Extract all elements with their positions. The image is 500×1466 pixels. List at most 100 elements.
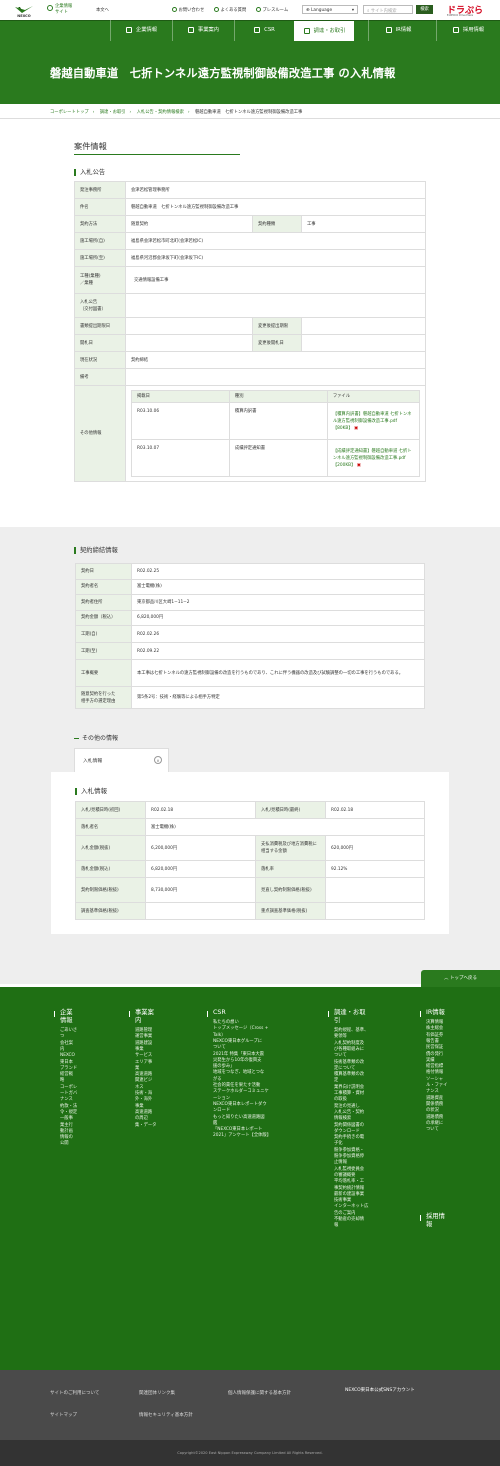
value: 620,000円 bbox=[325, 835, 425, 861]
files-cell: 掲載日 種別 ファイル R03.10.06 積算内訳書 【積算内訳書】磐越自動車道 七折… bbox=[124, 385, 427, 482]
label: 工種(業種) ／業種 bbox=[74, 266, 126, 294]
label: 契約日 bbox=[75, 563, 132, 580]
contact-link[interactable]: お問い合わせ bbox=[172, 7, 204, 13]
drapla-banner[interactable]: ドラぷら E-NEXCO Drive Plaza bbox=[443, 3, 493, 18]
footer-column-heading[interactable]: IR情報 bbox=[420, 1009, 456, 1017]
value: R02.02.18 bbox=[325, 801, 425, 819]
press-icon bbox=[256, 7, 261, 12]
label: 調査基準価格(税抜) bbox=[75, 902, 146, 920]
footer-link[interactable]: 集・データ bbox=[135, 1123, 156, 1129]
nav-procurement[interactable]: 調達・お取引 bbox=[294, 21, 354, 41]
label: 工期(自) bbox=[75, 625, 132, 643]
crumb-search[interactable]: 入札公告・契約情報検索 bbox=[137, 110, 184, 115]
label: 契約者名 bbox=[75, 578, 132, 595]
crumb-procurement[interactable]: 調達・お取引 bbox=[100, 110, 126, 115]
nav-ir[interactable]: IR情報 bbox=[368, 20, 428, 41]
footer-link[interactable]: サイトのご利用について bbox=[50, 1390, 99, 1396]
file-date: R03.10.07 bbox=[131, 439, 230, 477]
footer-column-heading[interactable]: 企業 情報 bbox=[54, 1009, 90, 1025]
tab-bid-info[interactable]: 入札情報 ∨ bbox=[74, 748, 169, 772]
label: 発注事務所 bbox=[74, 181, 126, 199]
logo-text: NEXCO bbox=[17, 14, 31, 18]
value: R02.02.26 bbox=[131, 625, 425, 643]
file-kind: 積算内訳書 bbox=[228, 402, 328, 440]
label: 開札日 bbox=[74, 334, 126, 352]
value: 富士電機(株) bbox=[145, 818, 425, 836]
footer-link[interactable]: サイトマップ bbox=[50, 1412, 77, 1418]
file-link[interactable]: 【積算内訳書】磐越自動車道 七折トンネル遠方監視制御設備改造工事.pdf【80K… bbox=[326, 402, 421, 440]
footer-link[interactable]: 関連団体リンク集 bbox=[139, 1390, 175, 1396]
footer-link[interactable]: ついて bbox=[426, 1127, 439, 1133]
value bbox=[145, 902, 256, 920]
column-header: 掲載日 bbox=[131, 390, 230, 403]
back-to-top-button[interactable]: ︿ トップへ戻る bbox=[421, 970, 500, 987]
value: 富士電機(株) bbox=[131, 578, 425, 595]
search-input[interactable]: ⌕ サイト内検索 bbox=[363, 5, 413, 14]
corp-site-label[interactable]: 企業情報 サイト bbox=[55, 4, 89, 16]
footer-link[interactable]: 不動産の売却情 bbox=[334, 1217, 364, 1223]
footer-column-heading[interactable]: 採用情 報 bbox=[420, 1213, 456, 1229]
file-date: R03.10.06 bbox=[131, 402, 230, 440]
label: 変更後提出期限 bbox=[252, 317, 302, 335]
nav-recruit[interactable]: 採用情報 bbox=[436, 20, 500, 41]
value: 6,820,000円 bbox=[131, 609, 425, 626]
value: 磐越自動車道 七折トンネル遠方監視制御設備改造工事 bbox=[124, 198, 427, 216]
footer-link[interactable]: 公開 bbox=[60, 1141, 69, 1147]
skip-to-content-link[interactable]: 本文へ bbox=[96, 7, 109, 13]
value: R02.02.18 bbox=[145, 801, 256, 819]
value bbox=[124, 368, 427, 386]
footer-link[interactable]: 報 bbox=[334, 1223, 338, 1229]
subheading-bid: 入札情報 bbox=[75, 785, 107, 795]
label: 工事概要 bbox=[75, 659, 132, 687]
chevron-down-icon: ▾ bbox=[351, 7, 354, 13]
page-title: 磐越自動車道 七折トンネル遠方監視制御設備改造工事 の入札情報 bbox=[50, 67, 396, 80]
subheading-notice: 入札公告 bbox=[74, 167, 105, 176]
footer-link[interactable]: 積算基準類の改 bbox=[334, 1072, 364, 1078]
label: 書類提出期限日 bbox=[74, 317, 126, 335]
faq-link[interactable]: よくある質問 bbox=[214, 7, 246, 13]
column-header: 種別 bbox=[228, 390, 328, 403]
file-link[interactable]: 【成績評定通知書】磐越自動車道 七折トンネル遠方監視制御設備改造工事.pdf【2… bbox=[326, 439, 421, 477]
bid-table: 入札/見積日時(初回) R02.02.18 入札/見積日時(最終) R02.02.18… bbox=[75, 801, 425, 920]
footer-link[interactable]: 個人情報保護に関する基本方針 bbox=[228, 1390, 291, 1396]
crumb-top[interactable]: コーポレートトップ bbox=[50, 110, 89, 115]
value: 交通情報設備工事 bbox=[124, 266, 427, 294]
value bbox=[125, 334, 253, 352]
column-header: ファイル bbox=[326, 390, 421, 403]
footer-column-heading[interactable]: CSR bbox=[207, 1009, 283, 1017]
crumb-current: 磐越自動車道 七折トンネル遠方監視制御設備改造工事 bbox=[195, 110, 303, 115]
hero-banner: 磐越自動車道 七折トンネル遠方監視制御設備改造工事 の入札情報 bbox=[0, 41, 500, 104]
nav-business[interactable]: 事業案内 bbox=[172, 20, 234, 41]
subheading-contract: 契約締結情報 bbox=[74, 545, 118, 554]
label: 落札者名 bbox=[75, 818, 146, 836]
value: 6,820,000円 bbox=[145, 860, 256, 878]
label: 入札/見積日時(最終) bbox=[255, 801, 326, 819]
nexco-logo[interactable]: NEXCO bbox=[8, 5, 40, 19]
mail-icon bbox=[172, 7, 177, 12]
footer-column-heading[interactable]: 事業案 内 bbox=[129, 1009, 165, 1025]
label: 契約制限価格(税抜) bbox=[75, 877, 146, 903]
label: 随意契約を行った 相手方の選定理由 bbox=[75, 686, 132, 709]
footer-column-heading[interactable]: 調達・お取 引 bbox=[328, 1009, 376, 1025]
pressroom-link[interactable]: プレスルーム bbox=[256, 7, 288, 13]
nav-csr[interactable]: CSR bbox=[234, 20, 294, 41]
nav-corporate[interactable]: 企業情報 bbox=[110, 20, 172, 41]
footer-link[interactable]: もっと知りたい高速道路図 bbox=[213, 1115, 265, 1121]
pdf-icon: ▣ bbox=[354, 425, 359, 431]
footer-link[interactable]: 2021」アンケート【全体版】 bbox=[213, 1133, 271, 1139]
label: 入札公告 （交付図書） bbox=[74, 293, 126, 318]
building-icon bbox=[125, 26, 132, 33]
label: 変更後開札日 bbox=[252, 334, 302, 352]
corp-site-icon bbox=[47, 5, 53, 11]
label: 施工場所(至) bbox=[74, 249, 126, 267]
label: 見直し契約制限価格(税抜) bbox=[255, 877, 326, 903]
value bbox=[125, 317, 253, 335]
footer-link[interactable]: 情報セキュリティ基本方針 bbox=[139, 1412, 193, 1418]
search-button[interactable]: 検索 bbox=[416, 5, 433, 14]
sns-heading[interactable]: NEXCO東日本公式SNSアカウント bbox=[345, 1387, 415, 1393]
value: R02.09.22 bbox=[131, 642, 425, 660]
label: 入札/見積日時(初回) bbox=[75, 801, 146, 819]
file-kind: 成績評定通知書 bbox=[228, 439, 328, 477]
language-select[interactable]: ⊕ Language ▾ bbox=[302, 5, 358, 14]
logo-mark-icon bbox=[15, 6, 33, 13]
